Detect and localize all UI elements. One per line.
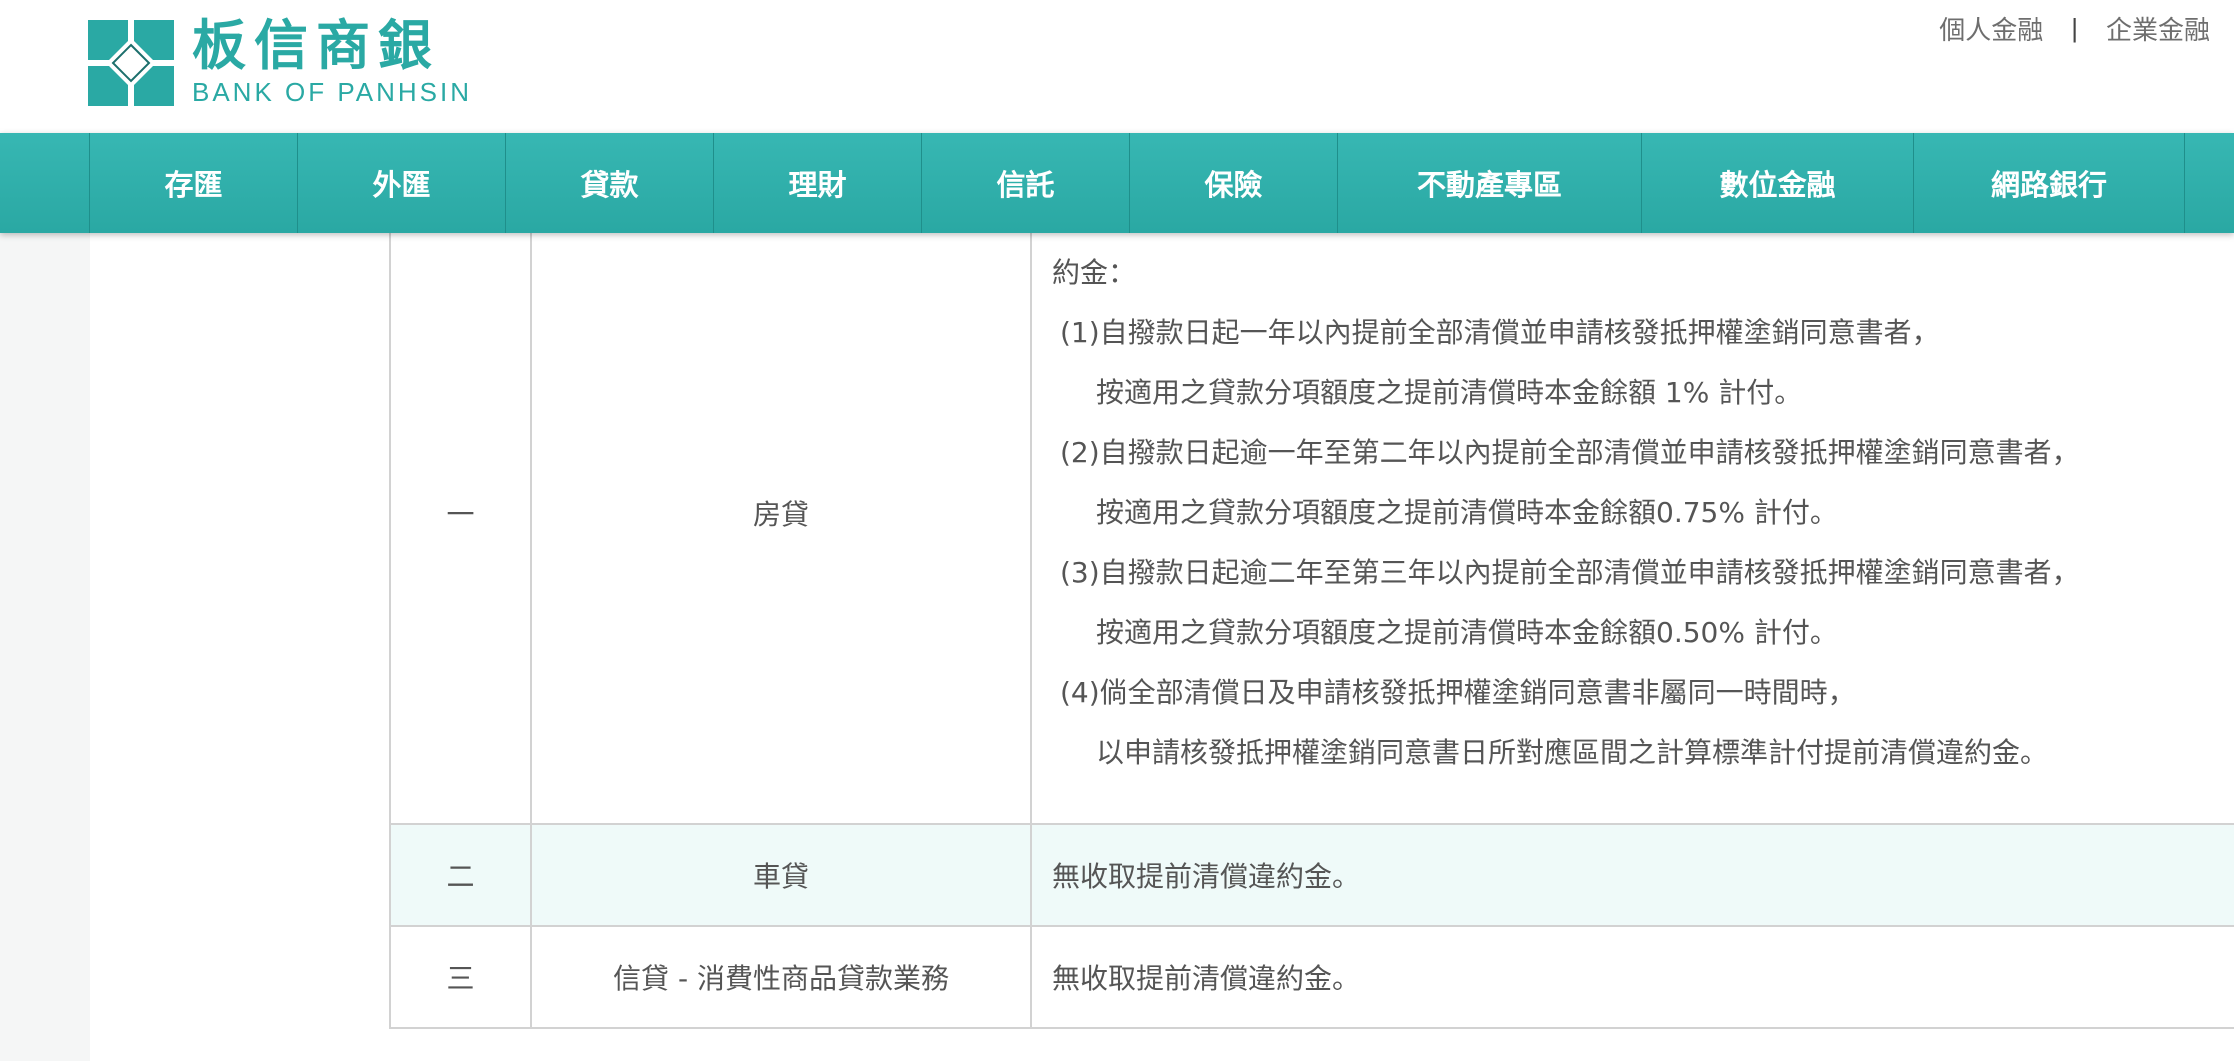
main-nav: 存匯 外匯 貸款 理財 信託 保險 不動產專區 數位金融 網路銀行 [0, 133, 2234, 233]
nav-item-online-banking[interactable]: 網路銀行 [1913, 133, 2185, 233]
terms-line: 按適用之貸款分項額度之提前清償時本金餘額 1% 計付。 [1096, 375, 1803, 409]
fee-description: 無收取提前清償違約金。 [1030, 925, 2234, 1029]
table-row: 一 房貸 2.選擇「限制清償」方案時，於撥款日起三年內若提前全部清償時，須依下列… [389, 196, 2234, 825]
nav-item-digital-finance[interactable]: 數位金融 [1641, 133, 1913, 233]
row-number: 一 [389, 200, 532, 825]
bank-logo-mark-icon [88, 20, 174, 106]
prepayment-fee-table-wrap: 一 房貸 2.選擇「限制清償」方案時，於撥款日起三年內若提前全部清償時，須依下列… [389, 196, 2234, 1029]
terms-line: (1)自撥款日起一年以內提前全部清償並申請核發抵押權塗銷同意書者， [1060, 315, 1940, 349]
terms-line: 按適用之貸款分項額度之提前清償時本金餘額0.75% 計付。 [1096, 495, 1838, 529]
nav-item-foreign-exchange[interactable]: 外匯 [297, 133, 505, 233]
nav-item-insurance[interactable]: 保險 [1129, 133, 1337, 233]
terms-line: (3)自撥款日起逾二年至第三年以內提前全部清償並申請核發抵押權塗銷同意書者， [1060, 555, 2080, 589]
terms-line: (2)自撥款日起逾一年至第二年以內提前全部清償並申請核發抵押權塗銷同意書者， [1060, 435, 2080, 469]
loan-type: 房貸 [530, 200, 1032, 825]
bank-logo[interactable]: 板信商銀 BANK OF PANHSIN [88, 13, 473, 107]
nav-item-trust[interactable]: 信託 [921, 133, 1129, 233]
loan-type: 車貸 [530, 823, 1032, 927]
nav-item-deposit[interactable]: 存匯 [89, 133, 297, 233]
top-links-separator: | [2071, 13, 2078, 43]
site-header: 板信商銀 BANK OF PANHSIN 個人金融 | 企業金融 [0, 0, 2234, 133]
row-number: 二 [389, 823, 532, 927]
prepayment-fee-table: 一 房貸 2.選擇「限制清償」方案時，於撥款日起三年內若提前全部清償時，須依下列… [389, 196, 2234, 1029]
nav-item-wealth[interactable]: 理財 [713, 133, 921, 233]
nav-item-real-estate[interactable]: 不動產專區 [1337, 133, 1641, 233]
fee-description: 2.選擇「限制清償」方案時，於撥款日起三年內若提前全部清償時，須依下列方式計付違… [1030, 196, 2234, 825]
bank-name-chinese: 板信商銀 [192, 13, 440, 77]
terms-line: 以申請核發抵押權塗銷同意書日所對應區間之計算標準計付提前清償違約金。 [1096, 735, 2049, 769]
bank-name-english: BANK OF PANHSIN [192, 77, 473, 107]
top-links: 個人金融 | 企業金融 [1939, 10, 2210, 47]
terms-line: 按適用之貸款分項額度之提前清償時本金餘額0.50% 計付。 [1096, 615, 1838, 649]
table-row: 三 信貸 - 消費性商品貸款業務 無收取提前清償違約金。 [389, 925, 2234, 1029]
fee-description: 無收取提前清償違約金。 [1030, 823, 2234, 927]
terms-line: (4)倘全部清償日及申請核發抵押權塗銷同意書非屬同一時間時， [1060, 675, 1856, 709]
nav-item-loans[interactable]: 貸款 [505, 133, 713, 233]
table-row: 二 車貸 無收取提前清償違約金。 [389, 823, 2234, 927]
row-number: 三 [389, 925, 532, 1029]
personal-banking-link[interactable]: 個人金融 [1939, 10, 2043, 47]
terms-line: 約金： [1052, 255, 1137, 289]
loan-type: 信貸 - 消費性商品貸款業務 [530, 925, 1032, 1029]
corporate-banking-link[interactable]: 企業金融 [2106, 10, 2210, 47]
